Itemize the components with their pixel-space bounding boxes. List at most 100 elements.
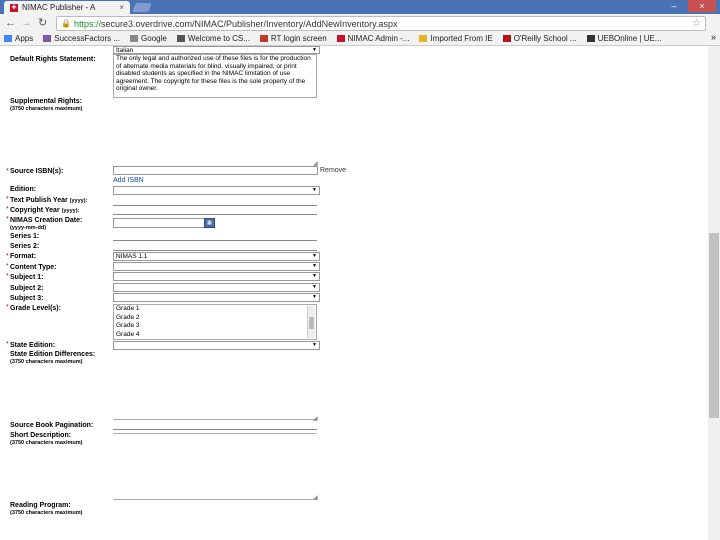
bookmark-label: Imported From IE (430, 34, 493, 43)
add-isbn-link[interactable]: Add ISBN (113, 177, 144, 184)
calendar-icon[interactable]: ▦ (204, 218, 215, 228)
grade-option[interactable]: Grade 2 (116, 314, 314, 323)
scrollbar-thumb[interactable] (709, 233, 719, 418)
back-icon[interactable]: ← (5, 16, 16, 30)
browser-tab-bar: ✚ NIMAC Publisher - A × – × (0, 0, 720, 14)
copyright-year-input[interactable] (113, 214, 317, 215)
browser-toolbar: ← → ↻ 🔒 https:// secure3.overdrive.com/N… (0, 14, 720, 41)
format-select[interactable]: NIMAS 1.1 ▼ (113, 252, 320, 261)
bookmark-icon (130, 35, 139, 42)
chevron-down-icon: ▼ (312, 284, 317, 290)
bookmark-item[interactable]: Apps (4, 34, 33, 43)
series1-input[interactable] (113, 240, 317, 241)
supplemental-rights-textarea[interactable] (113, 100, 317, 164)
state-edition-differences-hint: (3750 characters maximum) (10, 359, 83, 365)
bookmark-label: SuccessFactors ... (54, 34, 121, 43)
subject2-label: Subject 2: (10, 285, 44, 292)
bookmark-item[interactable]: RT login screen (259, 34, 327, 43)
bookmark-icon (176, 35, 185, 42)
subject3-select[interactable]: ▼ (113, 293, 320, 302)
edition-label: Edition: (10, 186, 37, 193)
reload-icon[interactable]: ↻ (38, 16, 47, 30)
bookmark-star-icon[interactable]: ☆ (692, 18, 701, 29)
bookmark-label: NIMAC Admin -... (347, 34, 410, 43)
bookmark-item[interactable]: SuccessFactors ... (43, 34, 120, 43)
required-marker: * (6, 304, 9, 311)
nimas-creation-date-label: NIMAS Creation Date: (10, 217, 83, 224)
grade-option[interactable]: Grade 1 (116, 305, 314, 314)
address-bar[interactable]: 🔒 https:// secure3.overdrive.com/NIMAC/P… (56, 16, 706, 31)
source-book-pagination-label: Source Book Pagination: (10, 422, 94, 429)
state-edition-differences-textarea[interactable] (113, 350, 317, 420)
reading-program-label: Reading Program: (10, 502, 71, 509)
bookmark-icon (259, 35, 268, 42)
format-label: Format: (10, 253, 37, 260)
bookmark-icon (502, 35, 511, 42)
source-isbn-label: Source ISBN(s): (10, 168, 64, 175)
chevron-down-icon: ▼ (312, 263, 317, 269)
nimas-creation-date-input[interactable] (113, 218, 205, 228)
bookmark-item[interactable]: Welcome to CS... (176, 34, 250, 43)
copyright-year-label: Copyright Year (yyyy): (10, 207, 79, 215)
bookmark-icon (43, 35, 52, 42)
browser-tab[interactable]: ✚ NIMAC Publisher - A × (4, 1, 130, 14)
required-marker: * (6, 206, 9, 213)
content-type-select[interactable]: ▼ (113, 262, 320, 271)
text-publish-year-label: Text Publish Year (yyyy): (10, 197, 87, 205)
language-select[interactable]: Italian ▼ (113, 46, 320, 54)
text-publish-year-label-text: Text Publish Year (10, 197, 68, 204)
bookmark-item[interactable]: Google (130, 34, 167, 43)
forward-icon[interactable]: → (21, 16, 32, 30)
text-publish-year-input[interactable] (113, 205, 317, 206)
bookmark-label: RT login screen (270, 34, 327, 43)
subject2-select[interactable]: ▼ (113, 283, 320, 292)
remove-isbn-link[interactable]: Remove (320, 167, 346, 174)
supplemental-rights-label: Supplemental Rights: (10, 98, 82, 105)
required-marker: * (6, 263, 9, 270)
tab-close-icon[interactable]: × (119, 3, 124, 12)
subject1-select[interactable]: ▼ (113, 272, 320, 281)
reading-program-hint: (3750 characters maximum) (10, 510, 83, 516)
required-marker: * (6, 273, 9, 280)
url-scheme: https:// (73, 18, 101, 29)
content-type-label: Content Type: (10, 264, 57, 271)
edition-select[interactable]: ▼ (113, 186, 320, 195)
short-description-label: Short Description: (10, 432, 72, 439)
required-marker: * (6, 168, 9, 175)
grade-levels-listbox[interactable]: Grade 1 Grade 2 Grade 3 Grade 4 (113, 304, 317, 340)
bookmarks-bar: Apps SuccessFactors ... Google Welcome to C… (0, 32, 720, 46)
minimize-button[interactable]: – (662, 0, 686, 12)
close-window-button[interactable]: × (688, 0, 716, 12)
copyright-year-label-text: Copyright Year (10, 207, 60, 214)
bookmark-item[interactable]: Imported From IE (419, 34, 493, 43)
resize-grip-icon[interactable]: ◢ (313, 415, 318, 422)
lock-icon: 🔒 (61, 19, 71, 28)
chevron-down-icon: ▼ (312, 187, 317, 193)
required-marker: * (6, 253, 9, 260)
subject3-label: Subject 3: (10, 295, 44, 302)
series2-input[interactable] (113, 250, 317, 251)
listbox-scroll-thumb[interactable] (309, 317, 314, 329)
bookmarks-overflow-icon[interactable]: » (711, 32, 716, 42)
listbox-scrollbar[interactable] (307, 306, 315, 338)
subject1-label: Subject 1: (10, 274, 44, 281)
bookmark-item[interactable]: UEBOnline | UE... (586, 34, 661, 43)
short-description-hint: (3750 characters maximum) (10, 440, 83, 446)
language-value: Italian (116, 47, 134, 54)
short-description-textarea[interactable] (113, 433, 317, 500)
grade-option[interactable]: Grade 3 (116, 322, 314, 331)
bookmark-item[interactable]: O'Reilly School ... (502, 34, 577, 43)
nimac-favicon-icon: ✚ (10, 3, 18, 12)
bookmark-item[interactable]: NIMAC Admin -... (336, 34, 410, 43)
required-marker: * (6, 341, 9, 348)
source-book-pagination-input[interactable] (113, 429, 317, 430)
bookmark-label: O'Reilly School ... (513, 34, 577, 43)
grade-option[interactable]: Grade 4 (116, 331, 314, 340)
grade-levels-label: Grade Level(s): (10, 305, 61, 312)
state-edition-select[interactable]: ▼ (113, 341, 320, 350)
default-rights-textarea[interactable]: The only legal and authorized use of the… (113, 54, 317, 98)
new-tab-button[interactable] (132, 3, 152, 12)
source-isbn-input[interactable] (113, 166, 318, 175)
required-marker: * (6, 196, 9, 203)
resize-grip-icon[interactable]: ◢ (313, 494, 318, 501)
